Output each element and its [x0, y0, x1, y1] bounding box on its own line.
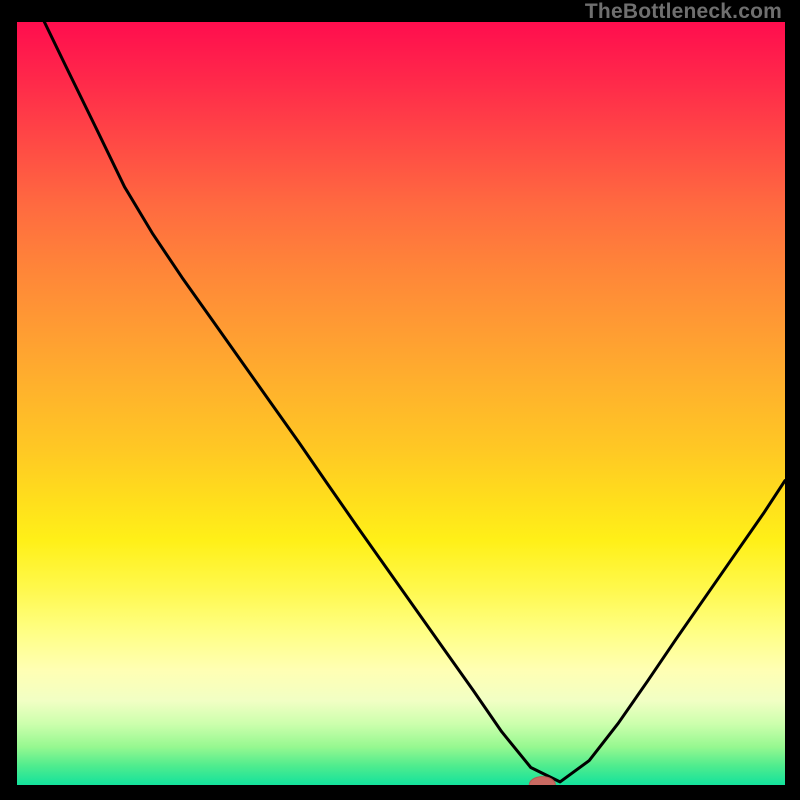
- plot-area: [17, 22, 785, 785]
- optimum-marker: [17, 22, 785, 785]
- watermark-text: TheBottleneck.com: [585, 1, 782, 22]
- chart-frame: TheBottleneck.com: [0, 0, 800, 800]
